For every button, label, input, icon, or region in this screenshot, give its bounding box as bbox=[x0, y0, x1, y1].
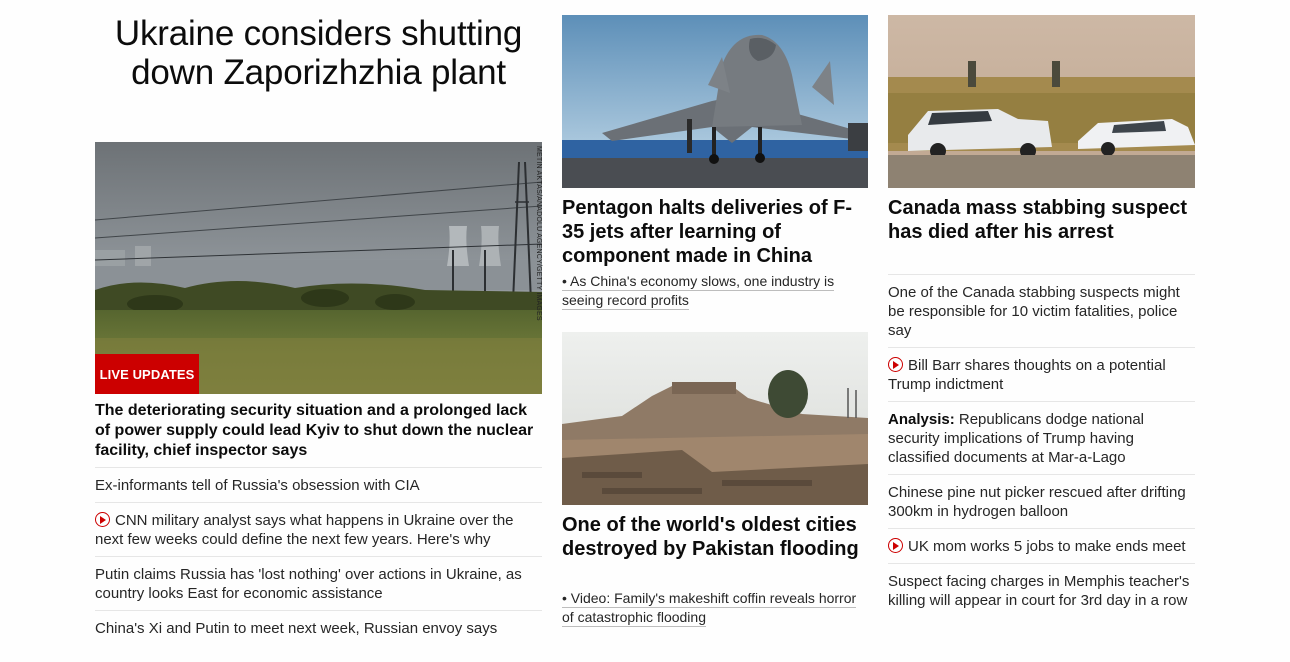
list-item[interactable]: Putin claims Russia has 'lost nothing' o… bbox=[95, 556, 542, 610]
canada-headline[interactable]: Canada mass stabbing suspect has died af… bbox=[888, 196, 1195, 244]
list-item[interactable]: UK mom works 5 jobs to make ends meet bbox=[888, 528, 1195, 563]
pakistan-related-text[interactable]: • Video: Family's makeshift coffin revea… bbox=[562, 590, 857, 627]
list-item[interactable]: Bill Barr shares thoughts on a potential… bbox=[888, 347, 1195, 401]
play-icon bbox=[888, 357, 903, 372]
list-item-text[interactable]: Ex-informants tell of Russia's obsession… bbox=[95, 477, 420, 494]
list-item-text[interactable]: Putin claims Russia has 'lost nothing' o… bbox=[95, 566, 522, 602]
f35-related-link[interactable]: • As China's economy slows, one industry… bbox=[562, 272, 862, 310]
list-item[interactable]: One of the Canada stabbing suspects migh… bbox=[888, 274, 1195, 347]
list-item[interactable]: Chinese pine nut picker rescued after dr… bbox=[888, 474, 1195, 528]
play-icon bbox=[95, 512, 110, 527]
photo-credit: METIN AKTAS/ANADOLU AGENCY/GETTY IMAGES bbox=[532, 146, 542, 321]
lead-related-list: Ex-informants tell of Russia's obsession… bbox=[95, 467, 542, 645]
list-item-text[interactable]: Suspect facing charges in Memphis teache… bbox=[888, 573, 1189, 609]
pakistan-headline[interactable]: One of the world's oldest cities destroy… bbox=[562, 513, 868, 561]
list-item[interactable]: China's Xi and Putin to meet next week, … bbox=[95, 610, 542, 645]
live-updates-badge[interactable]: LIVE UPDATES bbox=[95, 354, 199, 394]
pakistan-related-link[interactable]: • Video: Family's makeshift coffin revea… bbox=[562, 589, 862, 627]
list-item[interactable]: Suspect facing charges in Memphis teache… bbox=[888, 563, 1195, 617]
list-item-text[interactable]: One of the Canada stabbing suspects migh… bbox=[888, 284, 1180, 339]
list-item-text[interactable]: CNN military analyst says what happens i… bbox=[95, 512, 514, 548]
photo-credit-text: METIN AKTAS/ANADOLU AGENCY/GETTY IMAGES bbox=[535, 146, 542, 321]
lead-headline[interactable]: Ukraine considers shutting down Zaporizh… bbox=[95, 14, 542, 92]
f35-headline[interactable]: Pentagon halts deliveries of F-35 jets a… bbox=[562, 196, 868, 268]
canada-image[interactable] bbox=[888, 15, 1195, 188]
list-item-text[interactable]: Chinese pine nut picker rescued after dr… bbox=[888, 484, 1186, 520]
list-item[interactable]: Ex-informants tell of Russia's obsession… bbox=[95, 467, 542, 502]
play-icon bbox=[888, 538, 903, 553]
list-item[interactable]: Analysis: Republicans dodge national sec… bbox=[888, 401, 1195, 474]
list-item[interactable]: CNN military analyst says what happens i… bbox=[95, 502, 542, 556]
right-list: One of the Canada stabbing suspects migh… bbox=[888, 274, 1195, 617]
f35-related-text[interactable]: • As China's economy slows, one industry… bbox=[562, 273, 835, 310]
pakistan-image[interactable] bbox=[562, 332, 868, 505]
list-item-text[interactable]: UK mom works 5 jobs to make ends meet bbox=[908, 538, 1186, 555]
list-item-text[interactable]: Bill Barr shares thoughts on a potential… bbox=[888, 357, 1166, 393]
f35-image[interactable] bbox=[562, 15, 868, 188]
lead-dek[interactable]: The deteriorating security situation and… bbox=[95, 401, 542, 461]
analysis-label: Analysis: bbox=[888, 411, 955, 428]
list-item-text[interactable]: China's Xi and Putin to meet next week, … bbox=[95, 620, 497, 637]
